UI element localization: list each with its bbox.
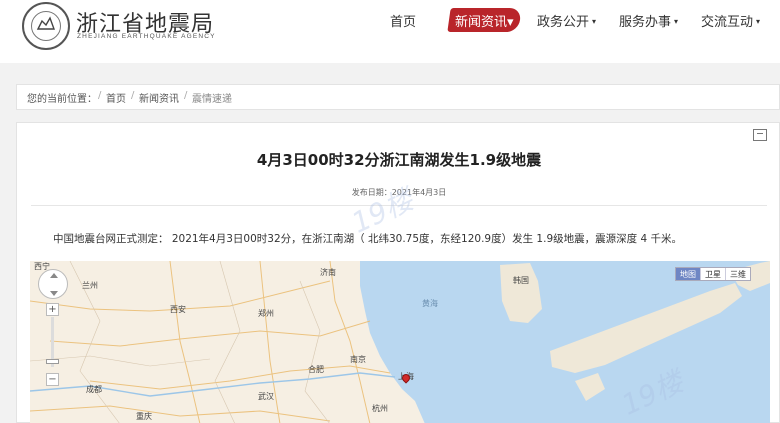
caret-down-icon: ▾ [507,15,514,30]
breadcrumb-prefix: 您的当前位置： [27,94,97,105]
breadcrumb-separator: / [184,90,188,101]
nav-label: 政务公开 [537,15,590,30]
zoom-out-button[interactable]: − [46,373,59,386]
map-label: 兰州 [82,281,98,290]
nav-label: 首页 [390,15,417,30]
nav-item-home[interactable]: 首页 [390,11,416,30]
breadcrumb-separator: / [131,90,135,101]
nav-label: 新闻资讯 [455,15,508,30]
nav-label: 服务办事 [619,15,672,30]
nav-item-services[interactable]: 服务办事 ▾ [619,11,678,30]
map-label: 杭州 [372,404,388,413]
nav-item-gov-affairs[interactable]: 政务公开 ▾ [537,11,596,30]
map-label: 南京 [350,355,366,364]
map-label: 西安 [170,305,186,314]
breadcrumb: 您的当前位置： / 首页 / 新闻资讯 / 震情速递 [16,84,780,110]
zoom-in-button[interactable]: + [46,303,59,316]
caret-down-icon: ▾ [592,17,597,26]
map-pan-control[interactable] [38,269,68,299]
map-label: 成都 [86,385,102,394]
print-icon[interactable] [753,129,767,141]
breadcrumb-news[interactable]: 新闻资讯 [139,90,179,105]
breadcrumb-current: 震情速递 [192,94,232,105]
map-type-map[interactable]: 地图 [676,268,700,280]
map-type-switch: 地图 卫星 三维 [675,267,751,281]
map-label: 重庆 [136,412,152,421]
nav-item-news[interactable]: 新闻资讯▾ [455,11,514,30]
map-label: 济南 [320,268,336,277]
map-type-3d[interactable]: 三维 [725,268,750,280]
caret-down-icon: ▾ [674,17,679,26]
map-label: 合肥 [308,365,324,374]
site-subtitle: ZHEJIANG EARTHQUAKE AGENCY [77,33,216,40]
map-type-satellite[interactable]: 卫星 [700,268,725,280]
article-title: 4月3日00时32分浙江南湖发生1.9级地震 [256,151,542,169]
seal-glyph-icon [36,16,55,30]
site-header: 浙江省地震局 ZHEJIANG EARTHQUAKE AGENCY 首页 新闻资… [0,0,780,63]
seal-emblem-icon[interactable] [22,2,70,50]
map-label: 郑州 [258,309,274,318]
map-label: 黄海 [422,299,438,308]
zoom-slider-thumb[interactable] [46,359,59,364]
map-label: 武汉 [258,392,274,401]
breadcrumb-home[interactable]: 首页 [106,90,126,105]
caret-down-icon: ▾ [756,17,761,26]
nav-item-interaction[interactable]: 交流互动 ▾ [701,11,760,30]
map-label: 韩国 [513,276,529,285]
nav-label: 交流互动 [701,15,754,30]
breadcrumb-separator: / [98,90,102,101]
